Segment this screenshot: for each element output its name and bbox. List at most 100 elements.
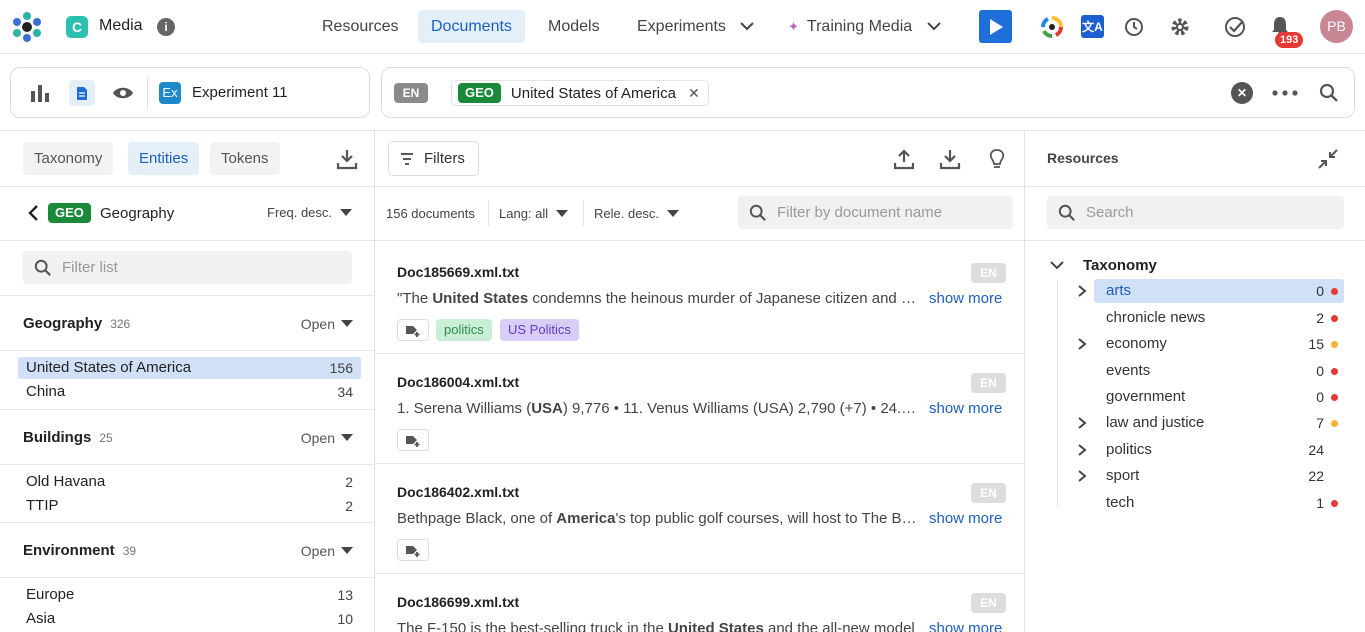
group-open-toggle[interactable]: Open: [301, 543, 353, 559]
document-row[interactable]: Doc185669.xml.txt EN "The United States …: [375, 244, 1024, 354]
entity-item[interactable]: Asia 10: [18, 608, 361, 630]
bar-chart-icon[interactable]: [29, 82, 51, 104]
right-header-divider: [1025, 186, 1365, 187]
run-button[interactable]: [979, 10, 1012, 43]
snippet-text: "The: [397, 290, 433, 307]
document-title[interactable]: Doc186004.xml.txt: [397, 374, 519, 390]
nav-experiments[interactable]: Experiments: [624, 10, 767, 43]
entity-item[interactable]: China 34: [18, 381, 361, 403]
translate-icon[interactable]: 文A: [1081, 15, 1104, 38]
document-row[interactable]: Doc186004.xml.txt EN 1. Serena Williams …: [375, 354, 1024, 464]
upload-icon[interactable]: [892, 147, 916, 171]
left-tabs-divider: [0, 186, 374, 187]
language-filter-dropdown[interactable]: Lang: all: [499, 206, 569, 221]
group-count: 25: [99, 431, 113, 445]
chevron-right-icon[interactable]: [1076, 438, 1088, 462]
entity-item[interactable]: Old Havana 2: [18, 471, 361, 493]
document-icon[interactable]: [69, 80, 95, 106]
search-icon[interactable]: [1318, 82, 1340, 104]
task-check-icon[interactable]: [1223, 15, 1247, 39]
nav-training-media[interactable]: ✦ Training Media: [775, 10, 954, 43]
snippet-text: condemns the heinous murder of Japanese …: [532, 290, 917, 307]
color-wheel-icon[interactable]: [1040, 15, 1064, 39]
chevron-right-icon[interactable]: [1076, 411, 1088, 435]
filters-button[interactable]: Filters: [388, 141, 479, 176]
taxonomy-root[interactable]: Taxonomy: [1050, 255, 1157, 275]
tab-tokens[interactable]: Tokens: [210, 142, 280, 175]
user-avatar[interactable]: PB: [1320, 10, 1353, 43]
download-entities-icon[interactable]: [335, 147, 359, 171]
snippet-highlight: United States: [667, 620, 764, 632]
app-logo-icon[interactable]: [10, 10, 44, 44]
panel-top-divider: [0, 130, 1365, 131]
info-icon[interactable]: i: [157, 18, 175, 36]
collapse-panel-icon[interactable]: [1316, 147, 1340, 171]
chevron-right-icon[interactable]: [1076, 279, 1088, 303]
entity-group-buildings[interactable]: Buildings 25 Open: [23, 428, 353, 450]
entity-group-geography[interactable]: Geography 326 Open: [23, 314, 353, 336]
tab-taxonomy[interactable]: Taxonomy: [23, 142, 114, 175]
taxonomy-node-events[interactable]: events 0: [1072, 359, 1344, 383]
snippet-highlight: USA: [531, 400, 563, 417]
taxonomy-node-government[interactable]: government 0: [1072, 385, 1344, 409]
tab-entities[interactable]: Entities: [128, 142, 200, 175]
add-tag-icon[interactable]: [397, 429, 429, 451]
nav-models[interactable]: Models: [535, 10, 613, 43]
taxonomy-node-label: chronicle news: [1106, 309, 1206, 326]
document-title[interactable]: Doc186699.xml.txt: [397, 594, 519, 610]
query-language-tag[interactable]: EN: [394, 83, 428, 103]
chevron-right-icon[interactable]: [1076, 332, 1088, 356]
document-title[interactable]: Doc186402.xml.txt: [397, 484, 519, 500]
add-tag-icon[interactable]: [397, 319, 429, 341]
nav-experiments-label: Experiments: [637, 18, 726, 35]
experiment-name[interactable]: Experiment 11: [192, 84, 288, 101]
taxonomy-node-politics[interactable]: politics 24: [1072, 438, 1344, 462]
download-icon[interactable]: [938, 147, 962, 171]
document-row[interactable]: Doc186699.xml.txt EN The F-150 is the be…: [375, 574, 1024, 632]
taxonomy-node-tech[interactable]: tech 1: [1072, 491, 1344, 515]
resource-search-input[interactable]: Search: [1047, 196, 1344, 229]
group-open-toggle[interactable]: Open: [301, 430, 353, 446]
taxonomy-node-law-and-justice[interactable]: law and justice 7: [1072, 411, 1344, 435]
show-more-link[interactable]: show more: [929, 400, 1002, 417]
document-row[interactable]: Doc186402.xml.txt EN Bethpage Black, one…: [375, 464, 1024, 574]
nav-resources[interactable]: Resources: [309, 10, 411, 43]
taxonomy-node-arts[interactable]: arts 0: [1078, 279, 1344, 303]
entity-item[interactable]: United States of America 156: [18, 357, 361, 379]
search-icon: [749, 204, 766, 221]
play-icon: [989, 18, 1003, 35]
snippet-text: ) 9,776 • 11. Venus Williams (USA) 2,790…: [562, 400, 917, 417]
taxonomy-node-label: law and justice: [1106, 414, 1205, 431]
history-icon[interactable]: [1122, 15, 1146, 39]
show-more-link[interactable]: show more: [929, 620, 1002, 632]
settings-gear-icon[interactable]: [1168, 15, 1192, 39]
entity-sort-dropdown[interactable]: Freq. desc.: [267, 205, 353, 220]
group-open-toggle[interactable]: Open: [301, 316, 353, 332]
taxonomy-node-sport[interactable]: sport 22: [1072, 464, 1344, 488]
lightbulb-icon[interactable]: [985, 147, 1009, 171]
relevance-sort-dropdown[interactable]: Rele. desc.: [594, 206, 680, 221]
remove-chip-close-icon[interactable]: ✕: [688, 85, 700, 102]
show-more-link[interactable]: show more: [929, 290, 1002, 307]
group-title: Environment: [23, 542, 115, 559]
taxonomy-node-economy[interactable]: economy 15: [1072, 332, 1344, 356]
more-options-icon[interactable]: [1271, 82, 1299, 104]
nav-documents[interactable]: Documents: [418, 10, 525, 43]
taxonomy-node-chronicle-news[interactable]: chronicle news 2: [1072, 306, 1344, 330]
back-chevron-icon[interactable]: [24, 203, 42, 223]
eye-icon[interactable]: [111, 82, 135, 104]
status-dot: [1331, 288, 1338, 295]
tag-chip[interactable]: politics: [436, 319, 492, 341]
clear-query-icon[interactable]: ✕: [1231, 82, 1253, 104]
entity-filter-input[interactable]: Filter list: [23, 251, 352, 284]
document-name-filter-input[interactable]: Filter by document name: [738, 196, 1013, 229]
entity-item[interactable]: Europe 13: [18, 584, 361, 606]
entity-item[interactable]: TTIP 2: [18, 495, 361, 517]
chevron-right-icon[interactable]: [1076, 464, 1088, 488]
tag-chip[interactable]: US Politics: [500, 319, 579, 341]
show-more-link[interactable]: show more: [929, 510, 1002, 527]
entity-group-environment[interactable]: Environment 39 Open: [23, 541, 353, 563]
add-tag-icon[interactable]: [397, 539, 429, 561]
document-title[interactable]: Doc185669.xml.txt: [397, 264, 519, 280]
query-chip[interactable]: GEO United States of America ✕: [451, 80, 709, 106]
